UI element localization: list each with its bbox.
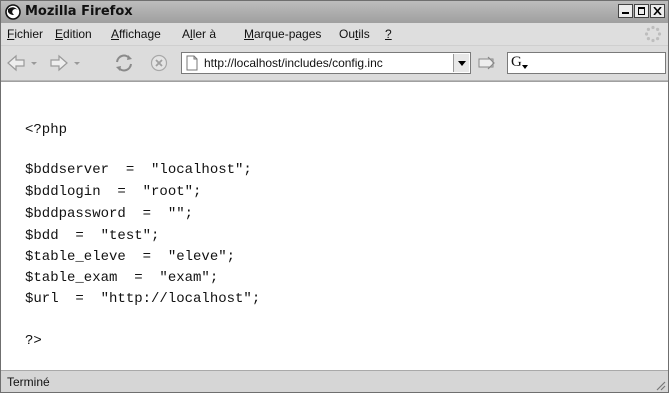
search-engine-icon[interactable]: G [511, 54, 522, 71]
url-history-dropdown[interactable] [453, 54, 469, 72]
stop-button[interactable] [148, 53, 170, 73]
close-icon [653, 7, 662, 15]
close-button[interactable] [650, 4, 665, 18]
back-arrow-icon [7, 54, 25, 72]
back-button[interactable] [5, 53, 45, 73]
menu-marque-pages[interactable]: Marque-pages [244, 27, 321, 41]
maximize-button[interactable] [634, 4, 649, 18]
code-line: $bdd = "test"; [25, 228, 160, 244]
menu-bar: Fichier Edition Affichage Aller à Marque… [1, 23, 668, 46]
go-button[interactable] [476, 54, 498, 72]
resize-grip-icon[interactable] [654, 379, 666, 391]
window-controls [618, 4, 665, 18]
forward-arrow-icon [50, 54, 68, 72]
code-line: $table_eleve = "eleve"; [25, 249, 236, 265]
status-bar: Terminé [1, 370, 668, 392]
status-text: Terminé [7, 375, 50, 389]
code-line: ?> [25, 333, 42, 349]
url-bar[interactable]: http://localhost/includes/config.inc [181, 52, 471, 74]
stop-icon [150, 54, 168, 72]
menu-fichier[interactable]: Fichier [7, 27, 43, 41]
url-text: http://localhost/includes/config.inc [204, 56, 383, 70]
minimize-button[interactable] [618, 4, 633, 18]
menu-outils[interactable]: Outils [339, 27, 370, 41]
throbber-icon [644, 25, 662, 43]
navigation-toolbar: http://localhost/includes/config.inc G [1, 46, 668, 81]
code-line: <?php [25, 122, 68, 138]
forward-button[interactable] [48, 53, 88, 73]
forward-dropdown-icon [74, 62, 80, 65]
code-line: $bddpassword = ""; [25, 206, 194, 222]
code-line: $table_exam = "exam"; [25, 270, 219, 286]
menu-aide[interactable]: ? [385, 27, 392, 41]
title-bar[interactable]: Mozilla Firefox [1, 1, 668, 23]
reload-button[interactable] [112, 53, 136, 73]
search-engine-dropdown-icon [522, 65, 528, 69]
page-content: <?php $bddserver = "localhost"; $bddlogi… [1, 81, 668, 370]
menu-edition[interactable]: Edition [55, 27, 92, 41]
search-box[interactable]: G [507, 52, 666, 74]
menu-affichage[interactable]: Affichage [111, 27, 161, 41]
window-title: Mozilla Firefox [25, 4, 133, 19]
code-line: $url = "http://localhost"; [25, 291, 261, 307]
back-dropdown-icon [31, 62, 37, 65]
firefox-icon [5, 4, 21, 20]
page-icon [186, 55, 198, 71]
browser-window: Mozilla Firefox Fichier Edition Affichag… [0, 0, 669, 393]
menu-aller-a[interactable]: Aller à [182, 27, 216, 41]
go-icon [478, 56, 495, 70]
code-line: $bddlogin = "root"; [25, 184, 202, 200]
reload-icon [116, 54, 132, 72]
code-line: $bddserver = "localhost"; [25, 162, 252, 178]
